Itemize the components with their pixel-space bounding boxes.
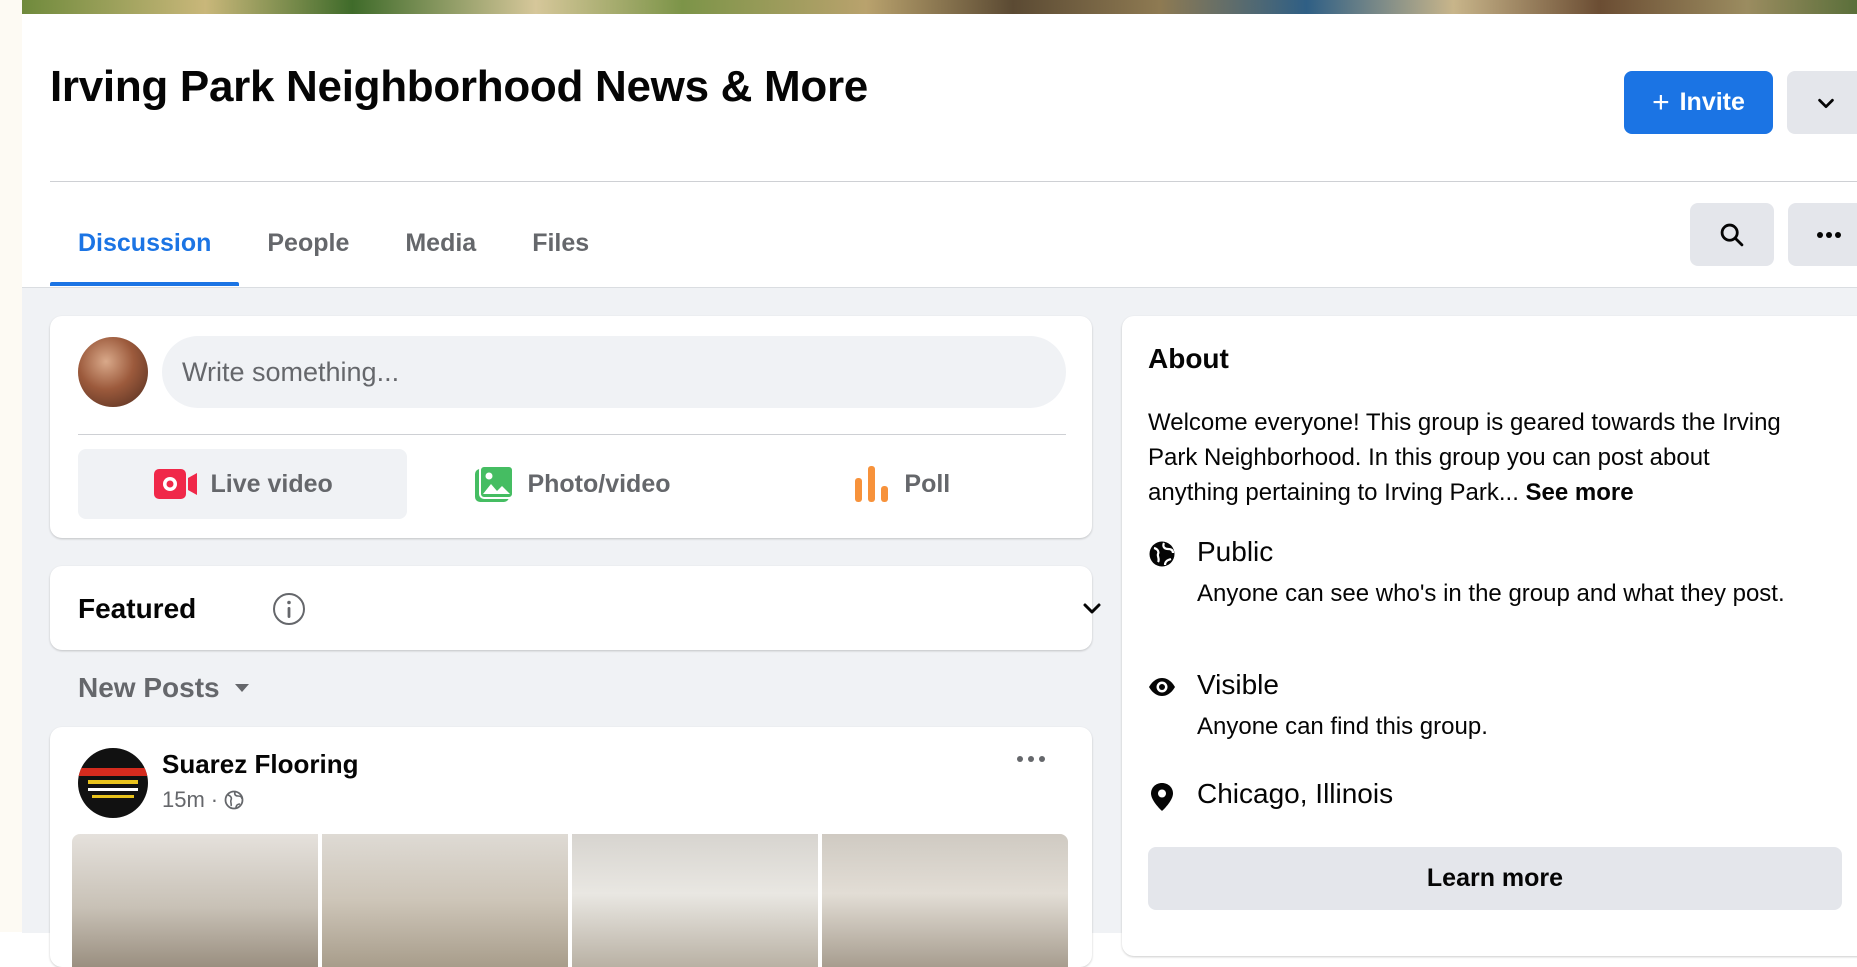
left-edge-panel (0, 0, 23, 932)
poll-label: Poll (904, 469, 951, 498)
post-photo-grid (72, 834, 1068, 967)
invite-label: Invite (1679, 88, 1745, 116)
meta-separator: · (210, 787, 219, 812)
chevron-down-icon (1818, 98, 1834, 108)
live-video-icon (153, 469, 197, 499)
location-pin-icon (1151, 783, 1173, 811)
about-description: Welcome everyone! This group is geared t… (1148, 405, 1788, 510)
post-photo[interactable] (322, 834, 568, 967)
post-more-icon[interactable] (1016, 755, 1046, 763)
about-description-text: Welcome everyone! This group is geared t… (1148, 409, 1781, 506)
live-video-label: Live video (210, 469, 333, 498)
privacy-detail: Anyone can see who's in the group and wh… (1197, 580, 1785, 607)
plus-icon: + (1652, 85, 1670, 119)
post-meta: 15m · (162, 787, 244, 813)
composer-divider (78, 434, 1066, 435)
learn-more-button[interactable]: Learn more (1148, 847, 1842, 910)
privacy-label: Public (1197, 536, 1274, 567)
caret-down-icon (234, 684, 249, 692)
search-button[interactable] (1690, 203, 1774, 266)
tab-discussion[interactable]: Discussion (50, 200, 240, 286)
group-options-dropdown-button[interactable] (1787, 71, 1857, 134)
live-video-button[interactable]: Live video (78, 449, 408, 519)
visibility-detail: Anyone can find this group. (1197, 713, 1488, 740)
search-icon (1720, 223, 1744, 246)
post-photo[interactable] (72, 834, 318, 967)
feed-sort-label: New Posts (78, 672, 220, 703)
about-card: About Welcome everyone! This group is ge… (1122, 316, 1857, 956)
more-icon (1817, 231, 1841, 238)
feed-sort-dropdown[interactable]: New Posts (78, 672, 250, 704)
photo-icon (475, 465, 515, 502)
poll-button[interactable]: Poll (737, 449, 1066, 519)
header-divider (50, 181, 1857, 182)
about-title: About (1148, 343, 1229, 374)
globe-icon (224, 790, 244, 810)
photo-video-button[interactable]: Photo/video (407, 449, 736, 519)
eye-icon (1149, 678, 1175, 696)
group-title[interactable]: Irving Park Neighborhood News & More (50, 62, 868, 112)
globe-icon (1149, 541, 1175, 567)
post-time[interactable]: 15m (162, 787, 205, 813)
photo-video-label: Photo/video (527, 469, 671, 498)
see-more-link[interactable]: See more (1526, 479, 1634, 506)
poll-icon (855, 466, 889, 502)
post-author-name[interactable]: Suarez Flooring (162, 749, 358, 780)
info-icon[interactable] (272, 592, 306, 626)
visibility-label: Visible (1197, 669, 1279, 700)
post-photo[interactable] (572, 834, 818, 967)
group-tabs: Discussion People Media Files (50, 200, 617, 286)
tab-people[interactable]: People (239, 200, 377, 286)
write-something-input[interactable] (162, 336, 1066, 408)
post-author-avatar[interactable] (78, 748, 148, 818)
post-photo[interactable] (822, 834, 1068, 967)
more-options-button[interactable] (1788, 203, 1857, 266)
chevron-down-icon[interactable] (1080, 596, 1104, 620)
post-card: Suarez Flooring 15m · (50, 727, 1092, 967)
featured-section[interactable]: Featured (50, 566, 1101, 650)
composer-actions: Live video Photo/video Poll (78, 449, 1066, 519)
location-label[interactable]: Chicago, Illinois (1197, 778, 1393, 810)
post-composer: Live video Photo/video Poll (50, 316, 1092, 538)
invite-button[interactable]: + Invite (1624, 71, 1773, 134)
featured-label: Featured (78, 593, 197, 624)
tab-media[interactable]: Media (377, 200, 504, 286)
tab-files[interactable]: Files (504, 200, 617, 286)
user-avatar[interactable] (78, 337, 148, 407)
cover-photo[interactable] (22, 0, 1857, 14)
